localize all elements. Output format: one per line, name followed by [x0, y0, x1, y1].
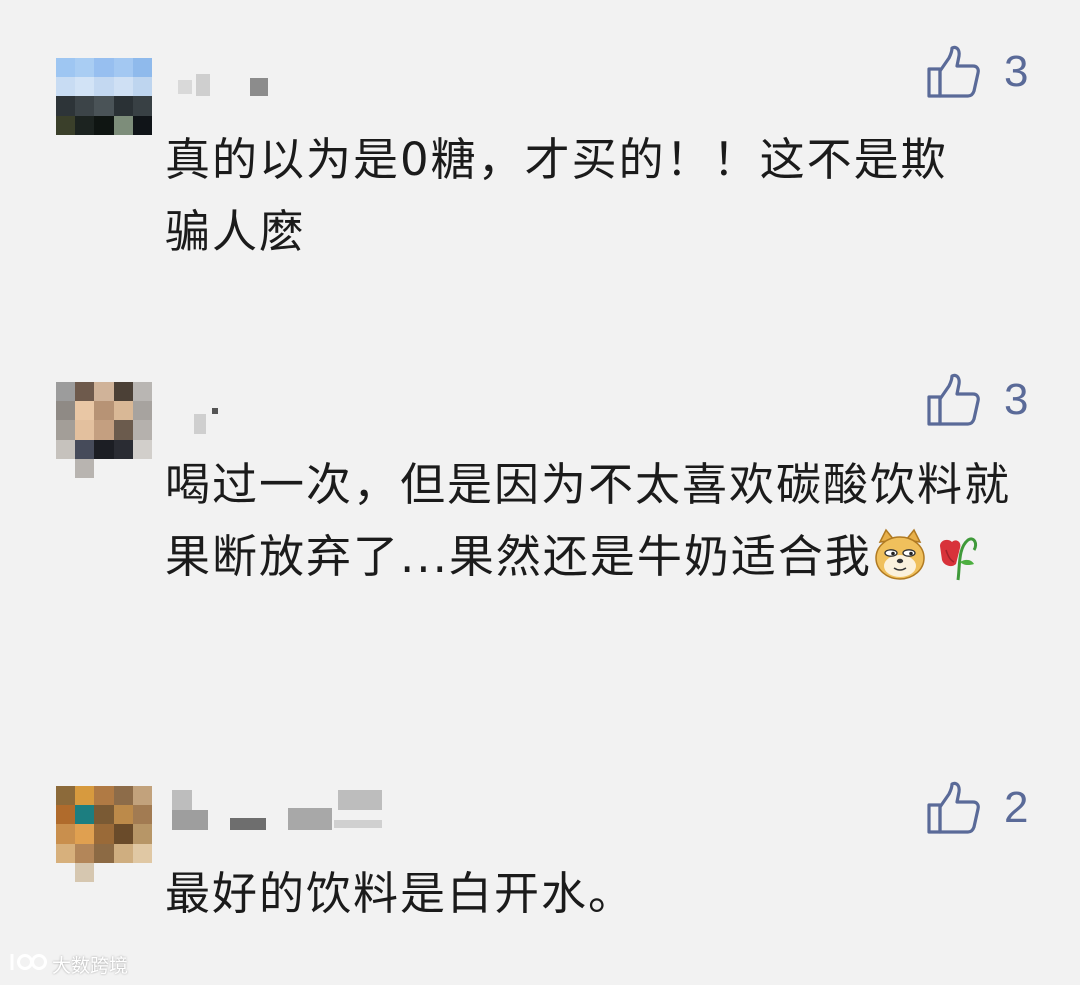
comment-item: 3 真的以为是0糖，才买的！！这不是欺骗人麽: [0, 0, 1080, 300]
nickname-redacted[interactable]: [168, 396, 408, 440]
comment-text: 喝过一次，但是因为不太喜欢碳酸饮料就果断放弃了...果然还是牛奶适合我: [165, 449, 1015, 593]
like-button[interactable]: 3: [926, 372, 1046, 428]
nickname-redacted[interactable]: [168, 66, 408, 110]
nickname-redacted[interactable]: [168, 790, 408, 834]
watermark-text: 大数跨境: [52, 955, 129, 977]
thumbs-up-icon: [926, 780, 982, 836]
watermark: 大数跨境: [8, 950, 128, 979]
thumbs-up-icon: [926, 372, 982, 428]
thumbs-up-icon: [926, 44, 982, 100]
brand-logo-icon: [8, 950, 52, 979]
doge-emoji: [872, 526, 928, 582]
like-count: 3: [1004, 47, 1029, 96]
comment-text: 真的以为是0糖，才买的！！这不是欺骗人麽: [165, 133, 948, 258]
like-button[interactable]: 3: [926, 44, 1046, 100]
wilted-flower-emoji: [928, 526, 984, 582]
like-count: 2: [1004, 783, 1029, 832]
like-count: 3: [1004, 375, 1029, 424]
like-button[interactable]: 2: [926, 780, 1046, 836]
avatar[interactable]: [56, 786, 152, 882]
comment-text: 最好的饮料是白开水。: [165, 867, 636, 920]
avatar[interactable]: [56, 58, 152, 154]
avatar[interactable]: [56, 382, 152, 478]
